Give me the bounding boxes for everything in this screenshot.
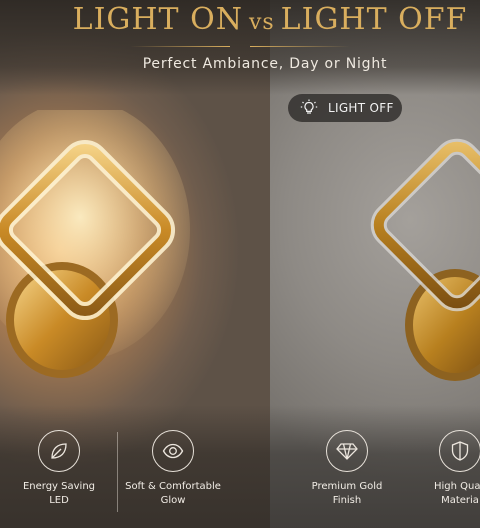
bulb-icon bbox=[300, 99, 318, 117]
feature-icon-circle bbox=[439, 430, 480, 472]
feature-label: High Quali bbox=[433, 481, 480, 492]
title-underline-right bbox=[250, 46, 350, 47]
feature-high-quality: High Quali Materia bbox=[395, 430, 480, 508]
feature-label: Finish bbox=[332, 495, 362, 506]
feature-label: Premium Gold bbox=[311, 481, 383, 492]
feature-label: Materia bbox=[441, 495, 479, 506]
lamp-lit-image bbox=[0, 110, 190, 400]
leaf-icon bbox=[51, 443, 67, 459]
subtitle: Perfect Ambiance, Day or Night bbox=[142, 56, 388, 72]
eye-icon bbox=[162, 443, 184, 459]
feature-icon-circle bbox=[152, 430, 194, 472]
light-off-badge: LIGHT OFF bbox=[288, 94, 402, 122]
title-light-on: LIGHT ON bbox=[72, 2, 243, 37]
badge-label: LIGHT OFF bbox=[328, 101, 394, 115]
page-title: LIGHT ON vs LIGHT OFF bbox=[0, 2, 480, 37]
title-underline-left bbox=[130, 46, 230, 47]
feature-label: Energy Saving bbox=[22, 481, 96, 492]
title-vs: vs bbox=[248, 10, 275, 35]
shield-icon bbox=[451, 441, 469, 461]
feature-icon-circle bbox=[326, 430, 368, 472]
feature-icon-circle bbox=[38, 430, 80, 472]
feature-label: Glow bbox=[160, 495, 186, 506]
feature-premium-gold: Premium Gold Finish bbox=[282, 430, 412, 508]
feature-energy-saving: Energy Saving LED bbox=[0, 430, 124, 508]
feature-soft-glow: Soft & Comfortable Glow bbox=[108, 430, 238, 508]
title-light-off: LIGHT OFF bbox=[280, 2, 468, 37]
diamond-icon bbox=[336, 443, 358, 460]
feature-label: Soft & Comfortable bbox=[125, 481, 221, 492]
feature-label: LED bbox=[49, 495, 69, 506]
lamp-unlit-image bbox=[365, 110, 480, 390]
